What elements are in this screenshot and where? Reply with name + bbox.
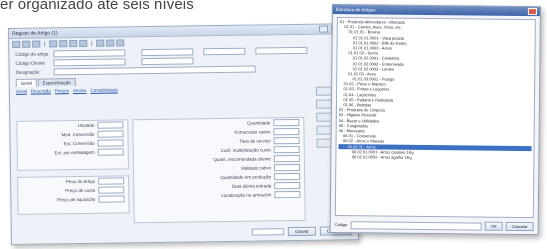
stock-field-input[interactable] (273, 154, 300, 163)
article-structure-dialog: Estrutura de Artigos 01 - Produtos Alime… (329, 4, 541, 236)
dialog-title: Estrutura de Artigos (335, 7, 376, 13)
subtab-prices[interactable]: Preços (55, 88, 69, 93)
save-button[interactable]: Gravar (288, 226, 316, 237)
tree-node[interactable]: 06.02.01.0002 - Arroz agulha 1Kg (338, 154, 531, 161)
subtab-accounting[interactable]: Contabilidade (90, 87, 118, 92)
conversion-label: Med. Conversão (61, 131, 95, 138)
unit-input[interactable] (97, 121, 124, 129)
new-icon[interactable] (12, 40, 21, 48)
stock-field-input[interactable] (274, 181, 301, 190)
first-record-icon[interactable] (49, 40, 58, 48)
stock-field-label: Quantidade (247, 120, 271, 126)
next-record-icon[interactable] (69, 40, 78, 48)
print-icon[interactable] (106, 39, 115, 47)
cost-price-label: Preço de custo (65, 187, 96, 194)
stock-field-label: Quant. encomendada cliente (213, 156, 271, 163)
stock-field-input[interactable] (273, 145, 300, 154)
dialog-footer: Código OK Cancelar (334, 220, 534, 232)
stock-panel: Quantidade Fornecedor cativo Taxa de ser… (132, 116, 306, 224)
subtab-general[interactable]: Geral (16, 89, 27, 94)
purchase-price-input[interactable] (98, 195, 125, 203)
last-record-icon[interactable] (79, 39, 88, 48)
weight-label: Peso do Artigo (65, 178, 96, 185)
ext-package-label: Ext. por embalagem (54, 149, 95, 156)
window-title: Registo de Artigo (1) (12, 29, 58, 37)
stock-field-input[interactable] (273, 163, 301, 172)
search-input[interactable] (350, 220, 482, 231)
weight-input[interactable] (98, 177, 125, 185)
family-field[interactable] (141, 47, 194, 56)
ok-button[interactable]: OK (484, 221, 503, 231)
delete-icon[interactable] (116, 39, 125, 47)
close-icon[interactable] (527, 8, 537, 16)
search-label: Código (334, 222, 348, 228)
subtab-description[interactable]: Descrição (31, 88, 51, 93)
dialog-titlebar: Estrutura de Artigos (332, 5, 540, 17)
designation-field[interactable] (53, 65, 256, 75)
minimize-icon[interactable] (318, 25, 329, 33)
designation-label: Designação (15, 69, 40, 75)
previous-record-icon[interactable] (59, 40, 68, 48)
open-icon[interactable] (22, 40, 31, 48)
article-code-field[interactable] (53, 48, 126, 57)
unit-field[interactable] (203, 47, 246, 55)
stock-field-label: Fornecedor cativo (234, 129, 271, 135)
search-icon[interactable] (96, 39, 105, 47)
article-window: Registo de Artigo (1) Código do artigo C… (8, 23, 359, 245)
save-icon[interactable] (32, 40, 41, 48)
reference-field[interactable] (255, 46, 308, 55)
stock-field-label: Validade cativo (240, 165, 272, 171)
tab-general[interactable]: Geral (15, 78, 37, 87)
article-tree[interactable]: 01 - Produtos Alimentares - Mercado 01.0… (334, 17, 536, 219)
page-caption: er organizado até seis níveis (0, 0, 194, 13)
group-field[interactable] (141, 56, 194, 65)
stock-field-input[interactable] (273, 136, 300, 145)
ext-conversion-label: Ext. Conversão (63, 140, 95, 147)
unit-label: Unidade (77, 122, 95, 129)
record-nav-field[interactable] (252, 228, 285, 236)
cost-price-input[interactable] (98, 186, 125, 194)
units-panel: Unidade Med. Conversão Ext. Conversão Ex… (16, 119, 129, 171)
ext-conversion-input[interactable] (97, 139, 124, 147)
stock-field-label: Quantidade em produção (220, 174, 272, 181)
client-code-label: Código Cliente (15, 59, 46, 66)
stock-field-label: Data última entrada (231, 183, 272, 189)
stock-field-label: Localização no armazém (221, 192, 272, 199)
stock-field-input[interactable] (273, 118, 300, 127)
ext-package-input[interactable] (97, 148, 124, 156)
toolbar-separator (44, 41, 46, 47)
article-code-label: Código do artigo (15, 50, 49, 57)
tab-specification[interactable]: Especificação (37, 78, 76, 87)
stock-field-input[interactable] (274, 172, 301, 181)
client-code-field[interactable] (53, 57, 126, 66)
toolbar-separator (91, 40, 93, 46)
cancel-button[interactable]: Cancelar (505, 221, 534, 232)
stock-field-label: Coef. multiplicação custo (220, 147, 271, 154)
stock-field-input[interactable] (273, 127, 300, 136)
subtab-stocks[interactable]: Stocks (73, 88, 87, 93)
cost-panel: Peso do Artigo Preço de custo Preço de a… (17, 175, 130, 215)
conversion-input[interactable] (97, 130, 124, 138)
purchase-price-label: Preço de aquisição (57, 196, 96, 203)
stock-field-input[interactable] (274, 190, 301, 199)
stock-field-label: Taxa de serviço (239, 138, 271, 144)
